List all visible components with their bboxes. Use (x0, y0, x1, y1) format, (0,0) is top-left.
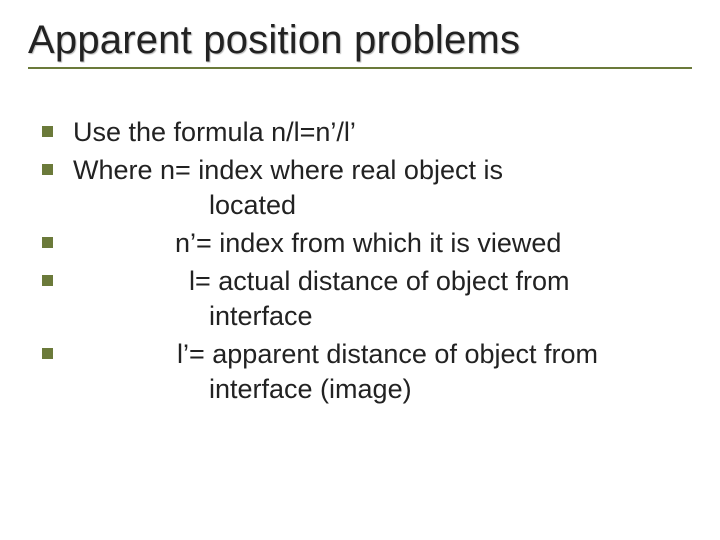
list-item-line1: l’= apparent distance of object from (73, 339, 598, 369)
list-item-line2: located (73, 190, 296, 220)
bullet-icon (42, 164, 53, 175)
list-item: l’= apparent distance of object from int… (28, 337, 692, 408)
list-item: l= actual distance of object from interf… (28, 264, 692, 335)
list-item: n’= index from which it is viewed (28, 226, 692, 262)
bullet-icon (42, 348, 53, 359)
title-block: Apparent position problems (28, 18, 692, 69)
list-item-line1: n’= index from which it is viewed (73, 228, 561, 258)
list-item-text: l’= apparent distance of object from int… (73, 337, 692, 408)
list-item-text: Use the formula n/l=n’/l’ (73, 115, 692, 151)
bullet-icon (42, 126, 53, 137)
list-item-line2: interface (image) (73, 374, 412, 404)
slide-body: Use the formula n/l=n’/l’ Where n= index… (28, 115, 692, 408)
list-item-line1: Where n= index where real object is (73, 155, 503, 185)
list-item-line1: l= actual distance of object from (73, 266, 569, 296)
bullet-icon (42, 237, 53, 248)
list-item: Where n= index where real object is loca… (28, 153, 692, 224)
list-item-text: l= actual distance of object from interf… (73, 264, 692, 335)
list-item-text: Where n= index where real object is loca… (73, 153, 692, 224)
bullet-icon (42, 275, 53, 286)
slide-title: Apparent position problems (28, 18, 692, 63)
list-item-line2: interface (73, 301, 313, 331)
list-item-text: n’= index from which it is viewed (73, 226, 692, 262)
list-item: Use the formula n/l=n’/l’ (28, 115, 692, 151)
slide: Apparent position problems Use the formu… (0, 0, 720, 540)
